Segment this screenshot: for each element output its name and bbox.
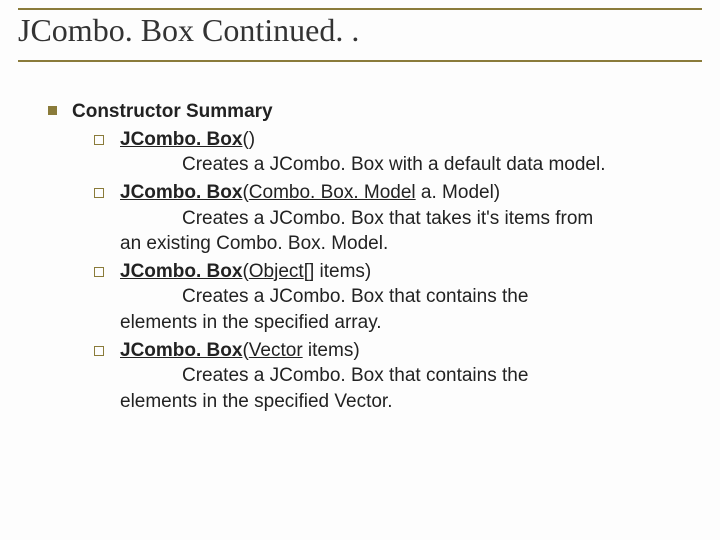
constructor-param-type: Combo. Box. Model xyxy=(249,182,416,203)
top-bullet: Constructor Summary JCombo. Box() Create… xyxy=(48,99,690,415)
content-area: Constructor Summary JCombo. Box() Create… xyxy=(0,49,720,415)
title-rule-bottom xyxy=(18,60,702,62)
constructor-desc: Creates a JCombo. Box with a default dat… xyxy=(120,152,690,178)
constructor-param-type: Object xyxy=(249,261,304,282)
constructor-item: JCombo. Box(Combo. Box. Model a. Model) … xyxy=(94,180,690,257)
section-title: Constructor Summary xyxy=(72,101,273,122)
constructor-param-type: Vector xyxy=(249,340,303,361)
constructor-params-pre: () xyxy=(242,129,255,150)
constructor-desc: Creates a JCombo. Box that takes it's it… xyxy=(120,206,690,232)
constructor-name: JCombo. Box xyxy=(120,129,242,150)
constructor-params-post: [] items) xyxy=(304,261,372,282)
constructor-item: JCombo. Box(Object[] items) Creates a JC… xyxy=(94,259,690,336)
constructor-item: JCombo. Box() Creates a JCombo. Box with… xyxy=(94,127,690,178)
constructor-desc-cont: an existing Combo. Box. Model. xyxy=(120,231,690,257)
constructor-params-post: items) xyxy=(303,340,360,361)
constructor-desc: Creates a JCombo. Box that contains the xyxy=(120,363,690,389)
slide-title: JCombo. Box Continued. . xyxy=(18,12,367,49)
title-rule-top xyxy=(18,8,702,10)
constructor-item: JCombo. Box(Vector items) Creates a JCom… xyxy=(94,338,690,415)
constructor-name: JCombo. Box xyxy=(120,340,242,361)
constructor-desc: Creates a JCombo. Box that contains the xyxy=(120,284,690,310)
constructor-desc-cont: elements in the specified Vector. xyxy=(120,389,690,415)
constructor-name: JCombo. Box xyxy=(120,261,242,282)
constructor-desc-cont: elements in the specified array. xyxy=(120,310,690,336)
constructor-list: JCombo. Box() Creates a JCombo. Box with… xyxy=(72,127,690,415)
title-area: JCombo. Box Continued. . xyxy=(0,0,720,49)
constructor-params-post: a. Model) xyxy=(416,182,500,203)
constructor-name: JCombo. Box xyxy=(120,182,242,203)
